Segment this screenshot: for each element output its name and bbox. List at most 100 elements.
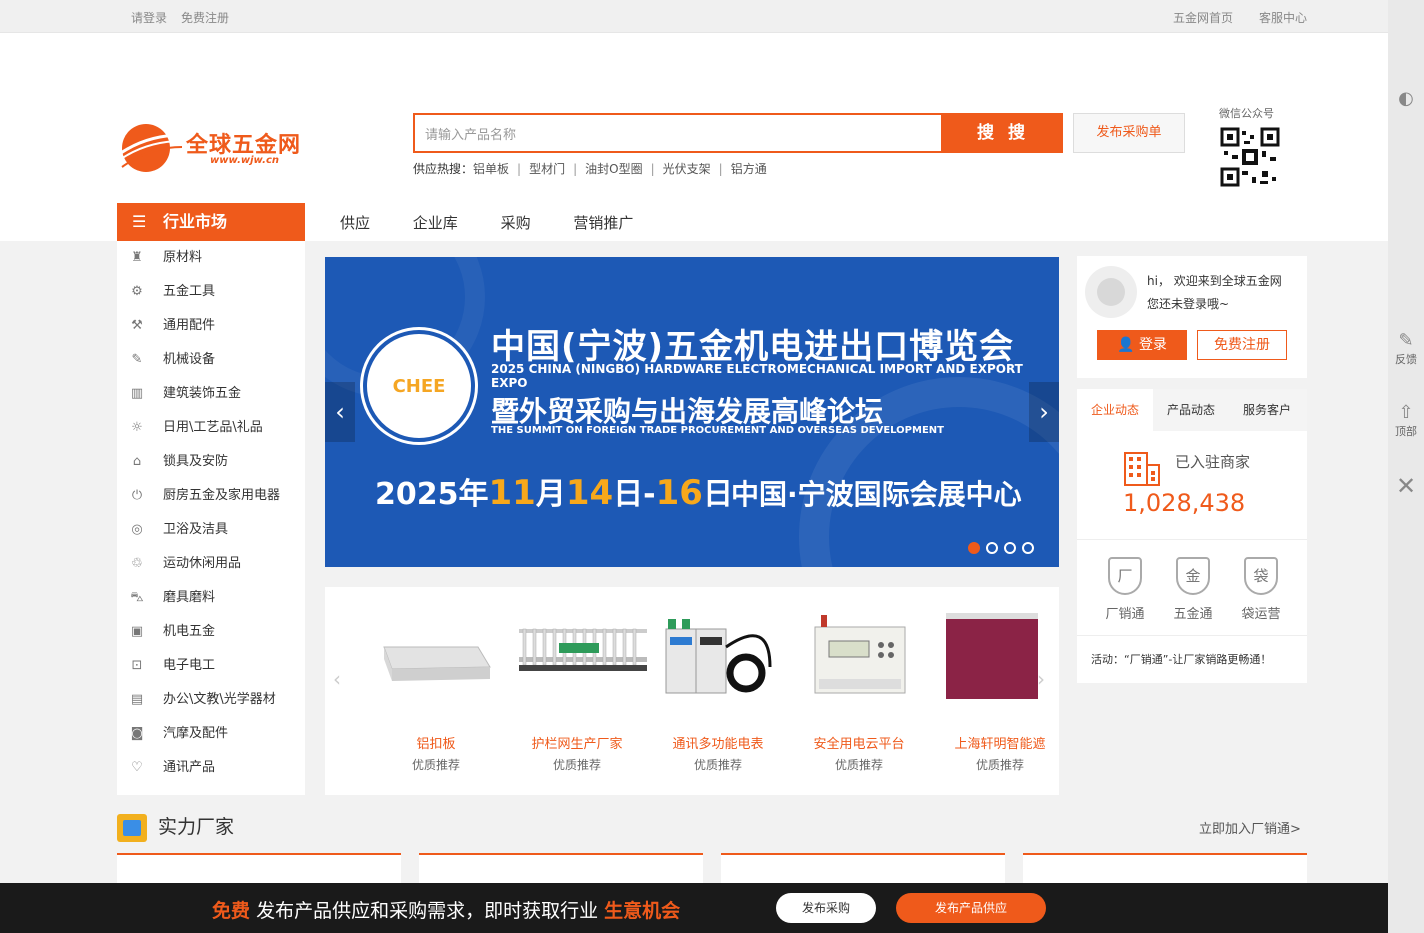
login-link[interactable]: 请登录 [131,9,167,26]
search-button[interactable]: 搜 搜 [943,113,1063,153]
date-day-start: 14 [565,473,614,513]
hot-word[interactable]: 铝方通 [731,162,767,176]
hot-word[interactable]: 光伏支架 [663,162,711,176]
separator: | [573,162,578,176]
register-link[interactable]: 免费注册 [181,9,229,26]
hot-word[interactable]: 型材门 [529,162,565,176]
plug-icon: ⊡ [131,658,143,673]
welcome-text: hi， 欢迎来到全球五金网 [1147,274,1282,288]
product-sub: 优质推荐 [552,758,601,772]
publish-supply-bottom-button[interactable]: 发布产品供应 [896,893,1046,923]
gear-icon: ⚙ [131,284,143,299]
building-icon [1124,452,1160,486]
publish-purchase-button[interactable]: 发布采购单 [1073,113,1185,153]
banner-prev-arrow[interactable]: ‹ [325,382,355,442]
expo-banner[interactable]: CHEE 中国(宁波)五金机电进出口博览会 2025 CHINA (NINGBO… [325,257,1059,567]
sidebar-item-label: 建筑装饰五金 [163,386,242,401]
hot-word[interactable]: 油封O型圈 [585,162,642,176]
activity-link[interactable]: 活动：“厂销通”-让厂家销路更畅通！ [1091,651,1271,667]
date-part: 2025年 [375,477,489,512]
sidebar-item[interactable]: ✎ 机械设备 [117,343,305,377]
sidebar-item[interactable]: ⊡ 电子电工 [117,649,305,683]
banner-venue: 中国·宁波国际会展中心 [731,478,1022,511]
sidebar-item[interactable]: ⚙ 五金工具 [117,275,305,309]
product-image-safety-device [801,607,917,707]
feedback-button[interactable]: ✎ 反馈 [1388,330,1424,367]
home-link[interactable]: 五金网首页 [1173,9,1233,26]
badge-label: 厂销通 [1105,607,1145,622]
product-name: 上海轩明智能遮 [954,737,1046,752]
product-card[interactable]: 安全用电云平台 优质推荐 [799,607,919,773]
banner-dot[interactable] [986,542,998,554]
sidebar-item[interactable]: ▥ 建筑装饰五金 [117,377,305,411]
sidebar-item-label: 电子电工 [163,658,216,673]
login-button[interactable]: 👤 登录 [1097,330,1187,360]
product-card[interactable]: 通讯多功能电表 优质推荐 [658,607,778,773]
product-image-blind [942,607,1058,707]
sidebar-item[interactable]: ▣ 机电五金 [117,615,305,649]
product-name: 通讯多功能电表 [672,737,764,752]
sidebar-item-label: 原材料 [163,250,203,265]
shield-bag-icon: 袋 [1244,557,1278,595]
back-to-top-button[interactable]: ⇧ 顶部 [1388,402,1424,439]
sidebar-item-label: 日用\工艺品\礼品 [163,420,263,435]
join-link[interactable]: 立即加入厂销通> [1199,818,1301,837]
logo-globe-icon [117,124,183,172]
publish-purchase-bottom-button[interactable]: 发布采购 [776,893,876,923]
logo-icon: ◐ [1398,88,1414,109]
carousel-next-arrow[interactable]: › [1037,667,1045,691]
badge-hardware[interactable]: 金 五金通 [1163,557,1223,622]
banner-next-arrow[interactable]: › [1029,382,1059,442]
bottom-promo-bar: 免费 发布产品供应和采购需求，即时获取行业 生意机会 发布采购 发布产品供应 [0,883,1424,933]
nav-purchase[interactable]: 采购 [501,214,531,232]
sidebar-item-label: 锁具及安防 [163,454,229,469]
briefcase-icon: ▤ [130,692,144,707]
product-card[interactable]: 铝扣板 优质推荐 [376,607,496,773]
banner-dot[interactable] [968,542,980,554]
product-sub: 优质推荐 [411,758,460,772]
tab-service-clients[interactable]: 服务客户 [1229,389,1305,431]
carousel-prev-arrow[interactable]: ‹ [333,667,341,691]
product-card[interactable]: 护栏网生产厂家 优质推荐 [517,607,647,773]
close-rail-button[interactable]: ✕ [1388,472,1424,500]
sidebar-item[interactable]: ☼ 日用\工艺品\礼品 [117,411,305,445]
promo-text: 免费 发布产品供应和采购需求，即时获取行业 生意机会 [212,896,680,923]
sidebar-item[interactable]: ⚒ 通用配件 [117,309,305,343]
shield-factory-icon: 厂 [1108,557,1142,595]
separator: | [517,162,522,176]
nav-supply[interactable]: 供应 [340,214,370,232]
nav-marketing[interactable]: 营销推广 [573,214,633,232]
sidebar-item[interactable]: ♲ 运动休闲用品 [117,547,305,581]
sidebar-item[interactable]: ⌂ 锁具及安防 [117,445,305,479]
hot-word[interactable]: 铝单板 [473,162,509,176]
expo-logo-text: CHEE [392,376,446,397]
search-input[interactable]: 请输入产品名称 [413,113,943,153]
sidebar-item[interactable]: ⏻ 厨房五金及家用电器 [117,479,305,513]
badge-factory[interactable]: 厂 厂销通 [1095,557,1155,622]
sidebar-item[interactable]: ▤ 办公\文教\光学器材 [117,683,305,717]
tab-company-news[interactable]: 企业动态 [1077,389,1153,431]
badge-bag[interactable]: 袋 袋运营 [1231,557,1291,622]
category-menu[interactable]: ☰ 行业市场 [117,203,305,241]
site-logo[interactable]: 全球五金网 www.wjw.cn [116,121,316,175]
separator: | [718,162,723,176]
promo-opportunity: 生意机会 [604,900,681,922]
sidebar-item[interactable]: ◎ 卫浴及洁具 [117,513,305,547]
date-month: 11 [488,473,536,513]
sidebar-item[interactable]: ◙ 汽摩及配件 [117,717,305,751]
sidebar-item[interactable]: ♜ 原材料 [117,241,305,275]
promo-free: 免费 [212,900,251,922]
sidebar-item[interactable]: ⛍ 磨具磨料 [117,581,305,615]
shield-gold-icon: 金 [1176,557,1210,595]
date-part: 日- [613,477,656,512]
nav-companies[interactable]: 企业库 [413,214,458,232]
service-link[interactable]: 客服中心 [1259,9,1307,26]
register-button[interactable]: 免费注册 [1197,330,1287,360]
product-name: 铝扣板 [416,737,456,752]
banner-dot[interactable] [1022,542,1034,554]
category-sidebar: ♜ 原材料 ⚙ 五金工具 ⚒ 通用配件 ✎ 机械设备 ▥ 建筑装饰五金 ☼ 日用\工艺品\礼… [117,241,305,795]
tab-product-news[interactable]: 产品动态 [1153,389,1229,431]
banner-dot[interactable] [1004,542,1016,554]
sidebar-item[interactable]: ♡ 通讯产品 [117,751,305,785]
rail-logo[interactable]: ◐ [1388,88,1424,109]
